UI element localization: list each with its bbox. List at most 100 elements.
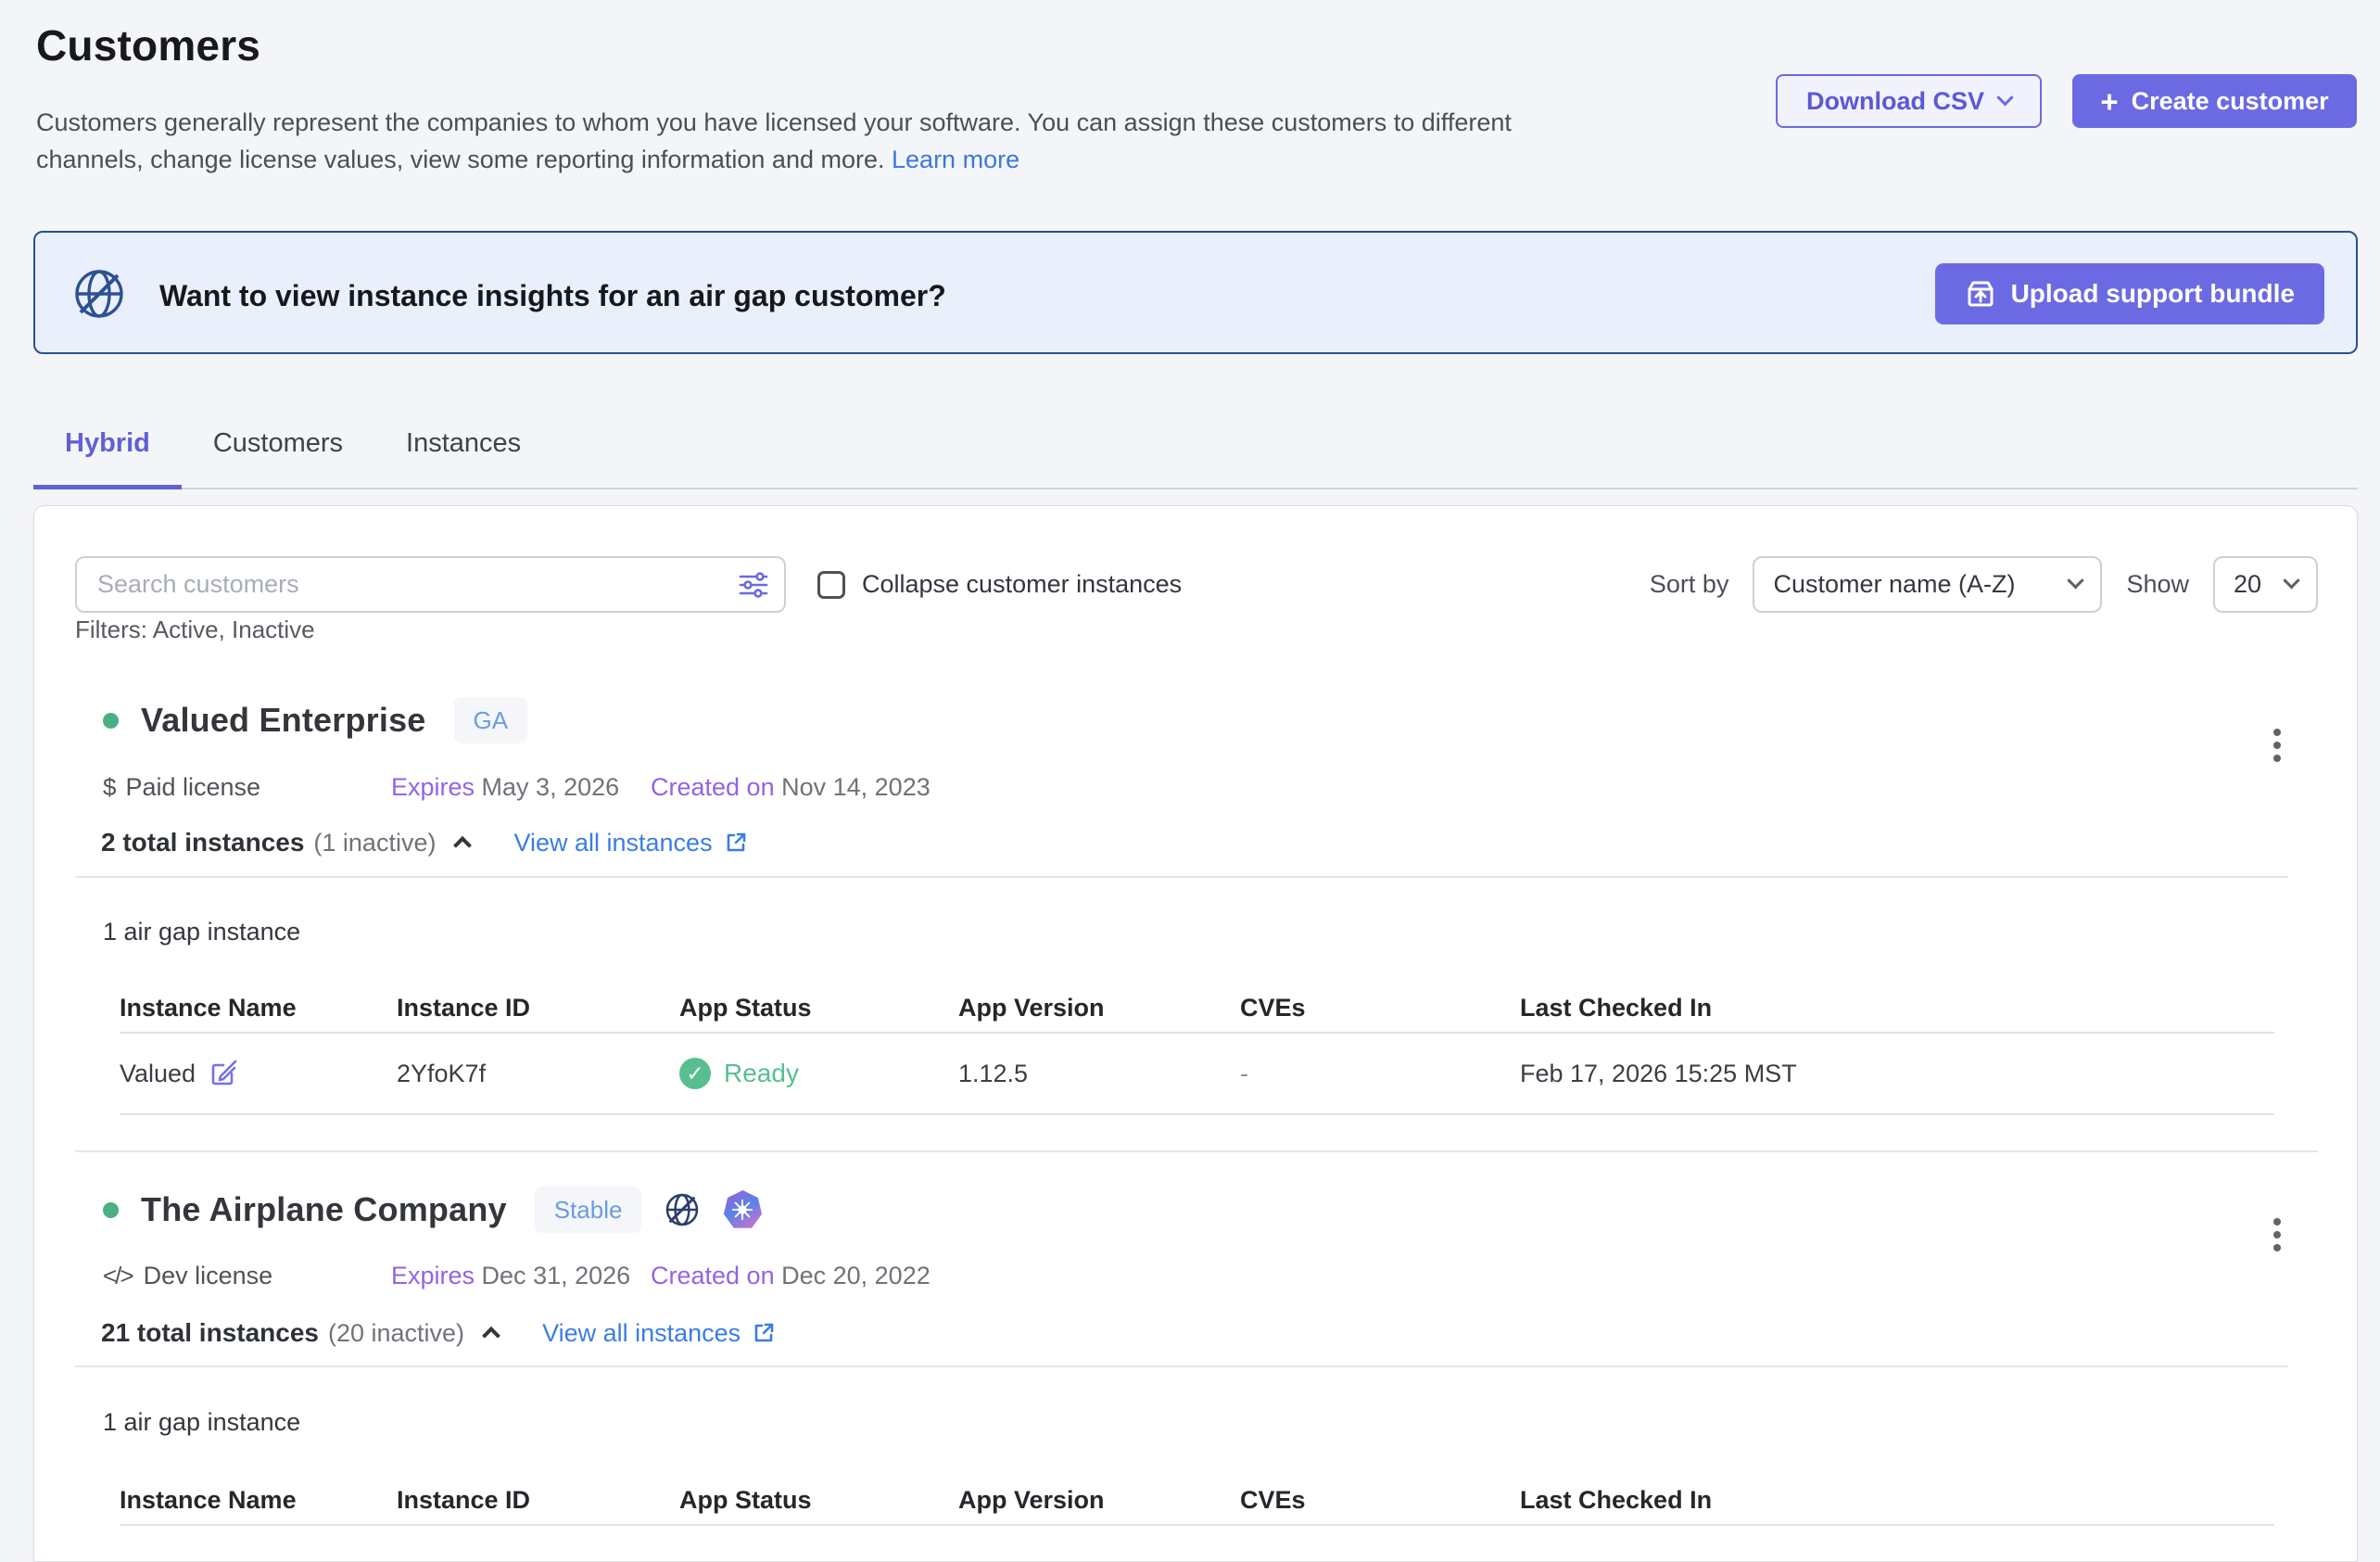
collapse-instances-label: Collapse customer instances (862, 570, 1182, 599)
instances-table-header: Instance Name Instance ID App Status App… (120, 1476, 2274, 1526)
channel-badge: Stable (535, 1187, 642, 1233)
col-cves: CVEs (1240, 994, 1520, 1022)
expires-label: Expires (391, 773, 475, 801)
col-instance-name: Instance Name (120, 994, 397, 1022)
collapse-instances-checkbox[interactable] (817, 571, 845, 599)
instances-summary-row: 21 total instances (20 inactive) View al… (101, 1315, 776, 1351)
instances-summary-row: 2 total instances (1 inactive) View all … (101, 825, 748, 860)
upload-support-bundle-button[interactable]: Upload support bundle (1935, 263, 2324, 324)
filters-note: Filters: Active, Inactive (75, 616, 315, 644)
show-label: Show (2126, 570, 2189, 599)
instance-id: 2YfoK7f (397, 1060, 679, 1088)
channel-badge: GA (454, 697, 528, 743)
kebab-menu-icon[interactable] (2257, 1209, 2298, 1261)
created-on-label: Created on (651, 773, 775, 801)
airgap-instance-heading: 1 air gap instance (103, 1408, 300, 1437)
inactive-instances-label: (20 inactive) (328, 1319, 464, 1348)
show-select[interactable]: 20 (2213, 556, 2318, 613)
total-instances-label: 21 total instances (101, 1318, 319, 1348)
customers-card: Collapse customer instances Sort by Cust… (33, 505, 2358, 1562)
customer-name[interactable]: Valued Enterprise (141, 701, 426, 740)
chevron-up-icon[interactable] (482, 1327, 500, 1345)
inactive-instances-label: (1 inactive) (313, 829, 436, 857)
created-on-label: Created on (651, 1262, 775, 1289)
search-input[interactable] (75, 556, 786, 613)
view-all-instances-label: View all instances (513, 829, 712, 857)
created-date: Dec 20, 2022 (781, 1262, 930, 1289)
create-customer-button[interactable]: + Create customer (2072, 74, 2357, 128)
customer-header: Valued Enterprise GA (103, 694, 527, 746)
view-all-instances-label: View all instances (542, 1319, 741, 1348)
expires-date: May 3, 2026 (482, 773, 620, 801)
upload-icon (1965, 278, 1996, 310)
last-checked-in: Feb 17, 2026 15:25 MST (1520, 1060, 2274, 1088)
license-row: </> Dev license Expires Dec 31, 2026 Cre… (103, 1259, 930, 1292)
page-description: Customers generally represent the compan… (36, 104, 1704, 178)
license-type-label: Dev license (144, 1262, 273, 1290)
instance-name: Valued (120, 1060, 196, 1088)
customer-header: The Airplane Company Stable (103, 1184, 762, 1236)
col-instance-id: Instance ID (397, 1486, 679, 1515)
show-value: 20 (2234, 570, 2261, 599)
airgap-globe-icon (664, 1191, 701, 1228)
dollar-icon: $ (103, 773, 114, 802)
active-status-dot (103, 713, 119, 729)
view-all-instances-link[interactable]: View all instances (542, 1319, 776, 1348)
sort-by-label: Sort by (1650, 570, 1729, 599)
created-group: Created on Dec 20, 2022 (651, 1262, 930, 1290)
sort-by-value: Customer name (A-Z) (1773, 570, 2015, 599)
col-app-status: App Status (679, 1486, 958, 1515)
app-status: Ready (724, 1059, 799, 1088)
expires-group: Expires May 3, 2026 (391, 773, 651, 802)
learn-more-link[interactable]: Learn more (892, 146, 1019, 173)
instances-table-header: Instance Name Instance ID App Status App… (120, 984, 2274, 1034)
sort-by-select[interactable]: Customer name (A-Z) (1753, 556, 2102, 613)
page-description-line2: channels, change license values, view so… (36, 146, 885, 173)
chevron-down-icon (2283, 572, 2299, 589)
airgap-instance-heading: 1 air gap instance (103, 918, 300, 946)
chevron-up-icon[interactable] (454, 836, 473, 855)
plus-icon: + (2100, 86, 2118, 117)
filter-sliders-icon[interactable] (738, 569, 769, 601)
toolbar-right: Sort by Customer name (A-Z) Show 20 (1650, 556, 2318, 613)
col-last-checked-in: Last Checked In (1520, 994, 2274, 1022)
col-instance-id: Instance ID (397, 994, 679, 1022)
instances-table: Instance Name Instance ID App Status App… (120, 984, 2274, 1115)
col-app-version: App Version (958, 1486, 1240, 1515)
expires-label: Expires (391, 1262, 475, 1289)
tab-bar: Hybrid Customers Instances (33, 408, 2358, 489)
download-csv-button[interactable]: Download CSV (1776, 74, 2042, 128)
kubernetes-icon (723, 1190, 762, 1229)
customers-page: Customers Customers generally represent … (33, 0, 2358, 1546)
tab-instances[interactable]: Instances (374, 408, 552, 489)
expires-group: Expires Dec 31, 2026 (391, 1262, 651, 1290)
download-csv-label: Download CSV (1806, 87, 1984, 116)
view-all-instances-link[interactable]: View all instances (513, 829, 747, 857)
external-link-icon (724, 831, 748, 855)
header-actions: Download CSV + Create customer (1776, 74, 2357, 128)
airgap-banner: Want to view instance insights for an ai… (33, 231, 2358, 354)
col-cves: CVEs (1240, 1486, 1520, 1515)
create-customer-label: Create customer (2132, 87, 2329, 116)
kebab-menu-icon[interactable] (2257, 719, 2298, 771)
instances-table: Instance Name Instance ID App Status App… (120, 1476, 2274, 1526)
collapse-instances-group: Collapse customer instances (817, 570, 1182, 599)
tab-customers[interactable]: Customers (182, 408, 374, 489)
edit-icon[interactable] (209, 1059, 238, 1088)
active-status-dot (103, 1202, 119, 1218)
search-wrap (75, 556, 786, 613)
license-row: $ Paid license Expires May 3, 2026 Creat… (103, 770, 930, 804)
col-app-status: App Status (679, 994, 958, 1022)
created-group: Created on Nov 14, 2023 (651, 773, 930, 802)
customer-name[interactable]: The Airplane Company (141, 1190, 507, 1229)
created-date: Nov 14, 2023 (781, 773, 930, 801)
app-version: 1.12.5 (958, 1060, 1240, 1088)
page-title: Customers (36, 20, 260, 70)
airgap-globe-icon (71, 266, 127, 322)
chevron-down-icon (1996, 89, 2013, 106)
upload-support-bundle-label: Upload support bundle (2011, 279, 2295, 309)
license-type-label: Paid license (125, 773, 260, 802)
airgap-banner-title: Want to view instance insights for an ai… (159, 279, 946, 313)
divider (75, 876, 2288, 878)
tab-hybrid[interactable]: Hybrid (33, 408, 182, 489)
